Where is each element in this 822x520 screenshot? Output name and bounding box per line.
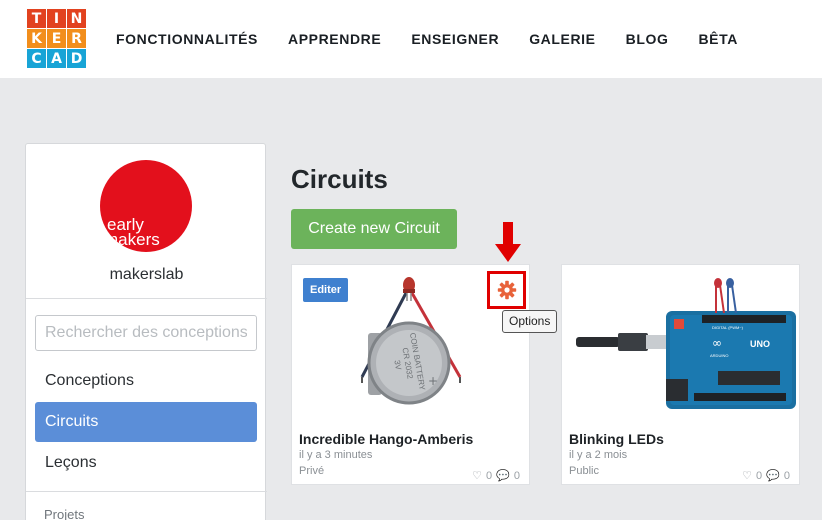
logo-letter: T (27, 9, 46, 28)
logo-letter: E (47, 29, 66, 48)
red-arrow-annotation-icon (495, 222, 521, 262)
username: makerslab (109, 266, 184, 283)
card-title[interactable]: Incredible Hango-Amberis (299, 431, 473, 447)
heart-icon[interactable]: ♡ (742, 469, 752, 482)
board-label-uno: UNO (750, 339, 770, 349)
sidebar-item-conceptions[interactable]: Conceptions (35, 361, 257, 401)
board-label-digital: DIGITAL (PWM~) (712, 325, 744, 330)
comment-count: 0 (513, 469, 520, 482)
circuit-card[interactable]: ∞ UNO DIGITAL (PWM~) ARDUINO Blinking LE… (561, 264, 800, 485)
options-tooltip: Options (502, 310, 558, 333)
like-count: 0 (486, 469, 493, 482)
sidebar-item-circuits[interactable]: Circuits (35, 402, 257, 442)
nav-blog[interactable]: BLOG (626, 31, 669, 47)
card-stats: ♡ 0 💬 0 (742, 469, 790, 483)
options-button[interactable] (487, 271, 526, 309)
comment-icon[interactable]: 💬 (766, 469, 780, 482)
nav-apprendre[interactable]: APPRENDRE (288, 31, 381, 47)
divider (26, 491, 267, 492)
logo-letter: K (27, 29, 46, 48)
card-stats: ♡ 0 💬 0 (472, 469, 520, 483)
logo-letter: N (67, 9, 86, 28)
logo-letter: D (67, 49, 86, 68)
avatar[interactable]: early makers (100, 160, 192, 252)
board-label-arduino: ARDUINO (710, 353, 728, 358)
main-nav: FONCTIONNALITÉS APPRENDRE ENSEIGNER GALE… (116, 31, 768, 47)
divider (26, 298, 267, 299)
avatar-text-line2: makers (104, 230, 160, 249)
logo-letter: A (47, 49, 66, 68)
nav-fonctionnalites[interactable]: FONCTIONNALITÉS (116, 31, 258, 47)
svg-text:+: + (428, 374, 438, 388)
svg-text:∞: ∞ (712, 336, 722, 350)
like-count: 0 (756, 469, 763, 482)
nav-galerie[interactable]: GALERIE (529, 31, 595, 47)
comment-count: 0 (783, 469, 790, 482)
card-visibility: Public (569, 465, 599, 477)
card-title[interactable]: Blinking LEDs (569, 431, 664, 447)
comment-icon[interactable]: 💬 (496, 469, 510, 482)
circuit-card[interactable]: COIN BATTERY CR 2032 3V + Editer Incredi… (291, 264, 530, 485)
create-circuit-button[interactable]: Create new Circuit (291, 209, 457, 249)
tinkercad-logo[interactable]: T I N K E R C A D (27, 9, 86, 68)
sidebar-item-lecons[interactable]: Leçons (35, 443, 257, 483)
profile-sidebar: early makers makerslab Conceptions Circu… (25, 143, 267, 520)
nav-beta[interactable]: BÊTA (698, 31, 737, 47)
logo-letter: I (47, 9, 66, 28)
heart-icon[interactable]: ♡ (472, 469, 482, 482)
section-label-projets: Projets (44, 507, 85, 520)
card-visibility: Privé (299, 465, 325, 477)
card-modified: il y a 3 minutes (299, 449, 373, 461)
page-title: Circuits (291, 164, 388, 194)
top-header: T I N K E R C A D FONCTIONNALITÉS APPREN… (0, 0, 822, 78)
gear-icon (497, 280, 516, 300)
logo-letter: R (67, 29, 86, 48)
circuit-thumbnail-arduino[interactable]: ∞ UNO DIGITAL (PWM~) ARDUINO (562, 265, 799, 425)
search-input[interactable] (35, 315, 257, 351)
nav-enseigner[interactable]: ENSEIGNER (411, 31, 499, 47)
card-modified: il y a 2 mois (569, 449, 628, 461)
edit-badge[interactable]: Editer (303, 278, 349, 302)
logo-letter: C (27, 49, 46, 68)
